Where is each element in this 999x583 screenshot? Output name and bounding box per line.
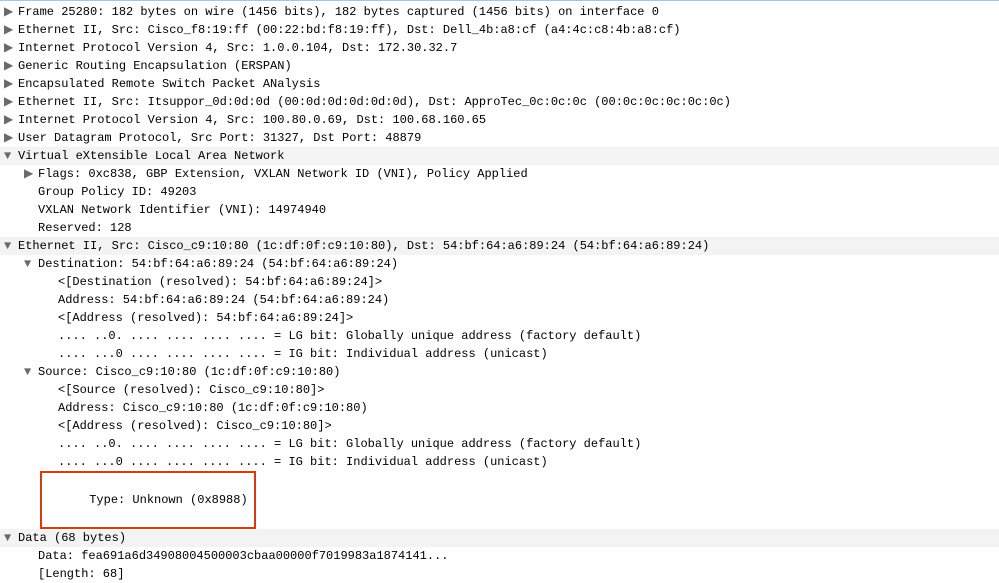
chevron-right-icon[interactable]: ▶ bbox=[24, 165, 38, 183]
blank-icon bbox=[44, 399, 58, 417]
eth-src-summary: Source: Cisco_c9:10:80 (1c:df:0f:c9:10:8… bbox=[38, 363, 999, 381]
tree-item-eth-src-resolved[interactable]: <[Source (resolved): Cisco_c9:10:80]> bbox=[0, 381, 999, 399]
ipv4-outer-summary: Internet Protocol Version 4, Src: 1.0.0.… bbox=[18, 39, 999, 57]
eth-type: Type: Unknown (0x8988) bbox=[89, 493, 247, 507]
tree-item-ipv4-inner[interactable]: ▶ Internet Protocol Version 4, Src: 100.… bbox=[0, 111, 999, 129]
blank-icon bbox=[44, 417, 58, 435]
chevron-right-icon[interactable]: ▶ bbox=[4, 93, 18, 111]
tree-item-eth-src-ig[interactable]: .... ...0 .... .... .... .... = IG bit: … bbox=[0, 453, 999, 471]
blank-icon bbox=[44, 309, 58, 327]
eth-src-ig: .... ...0 .... .... .... .... = IG bit: … bbox=[58, 453, 999, 471]
tree-item-vxlan-flags[interactable]: ▶ Flags: 0xc838, GBP Extension, VXLAN Ne… bbox=[0, 165, 999, 183]
tree-item-eth-dst-addrres[interactable]: <[Address (resolved): 54:bf:64:a6:89:24]… bbox=[0, 309, 999, 327]
blank-icon bbox=[44, 327, 58, 345]
ethernet-outer-summary: Ethernet II, Src: Cisco_f8:19:ff (00:22:… bbox=[18, 21, 999, 39]
chevron-right-icon[interactable]: ▶ bbox=[4, 111, 18, 129]
tree-item-eth-src-lg[interactable]: .... ..0. .... .... .... .... = LG bit: … bbox=[0, 435, 999, 453]
ipv4-inner-summary: Internet Protocol Version 4, Src: 100.80… bbox=[18, 111, 999, 129]
eth-src-addr: Address: Cisco_c9:10:80 (1c:df:0f:c9:10:… bbox=[58, 399, 999, 417]
blank-icon bbox=[24, 201, 38, 219]
tree-item-vxlan-vni[interactable]: VXLAN Network Identifier (VNI): 14974940 bbox=[0, 201, 999, 219]
blank-icon bbox=[44, 273, 58, 291]
tree-item-ethernet-outer[interactable]: ▶ Ethernet II, Src: Cisco_f8:19:ff (00:2… bbox=[0, 21, 999, 39]
eth-dst-resolved: <[Destination (resolved): 54:bf:64:a6:89… bbox=[58, 273, 999, 291]
tree-item-data-hex[interactable]: Data: fea691a6d34908004500003cbaa00000f7… bbox=[0, 547, 999, 565]
data-len: [Length: 68] bbox=[38, 565, 999, 583]
chevron-down-icon[interactable]: ▼ bbox=[4, 147, 18, 165]
tree-item-frame[interactable]: ▶ Frame 25280: 182 bytes on wire (1456 b… bbox=[0, 3, 999, 21]
vxlan-gpid: Group Policy ID: 49203 bbox=[38, 183, 999, 201]
packet-details-pane: ▶ Frame 25280: 182 bytes on wire (1456 b… bbox=[0, 0, 999, 583]
chevron-right-icon[interactable]: ▶ bbox=[4, 129, 18, 147]
chevron-down-icon[interactable]: ▼ bbox=[24, 363, 38, 381]
blank-icon bbox=[24, 565, 38, 583]
chevron-down-icon[interactable]: ▼ bbox=[24, 255, 38, 273]
eth-dst-addr: Address: 54:bf:64:a6:89:24 (54:bf:64:a6:… bbox=[58, 291, 999, 309]
chevron-right-icon[interactable]: ▶ bbox=[4, 75, 18, 93]
tree-item-eth-type[interactable]: Type: Unknown (0x8988) bbox=[0, 471, 999, 529]
tree-item-vxlan-gpid[interactable]: Group Policy ID: 49203 bbox=[0, 183, 999, 201]
blank-icon bbox=[44, 453, 58, 471]
chevron-down-icon[interactable]: ▼ bbox=[4, 529, 18, 547]
blank-icon bbox=[44, 345, 58, 363]
chevron-right-icon[interactable]: ▶ bbox=[4, 3, 18, 21]
chevron-right-icon[interactable]: ▶ bbox=[4, 39, 18, 57]
blank-icon bbox=[44, 381, 58, 399]
tree-item-udp[interactable]: ▶ User Datagram Protocol, Src Port: 3132… bbox=[0, 129, 999, 147]
tree-item-eth-src-addr[interactable]: Address: Cisco_c9:10:80 (1c:df:0f:c9:10:… bbox=[0, 399, 999, 417]
data-hex: Data: fea691a6d34908004500003cbaa00000f7… bbox=[38, 547, 999, 565]
tree-item-eth-dst-addr[interactable]: Address: 54:bf:64:a6:89:24 (54:bf:64:a6:… bbox=[0, 291, 999, 309]
vxlan-vni: VXLAN Network Identifier (VNI): 14974940 bbox=[38, 201, 999, 219]
ethernet-mid-summary: Ethernet II, Src: Itsuppor_0d:0d:0d (00:… bbox=[18, 93, 999, 111]
tree-item-eth-src-addrres[interactable]: <[Address (resolved): Cisco_c9:10:80]> bbox=[0, 417, 999, 435]
tree-item-gre[interactable]: ▶ Generic Routing Encapsulation (ERSPAN) bbox=[0, 57, 999, 75]
chevron-right-icon[interactable]: ▶ bbox=[4, 21, 18, 39]
blank-icon bbox=[44, 435, 58, 453]
tree-item-eth-dst-resolved[interactable]: <[Destination (resolved): 54:bf:64:a6:89… bbox=[0, 273, 999, 291]
vxlan-flags: Flags: 0xc838, GBP Extension, VXLAN Netw… bbox=[38, 165, 999, 183]
tree-item-erspan[interactable]: ▶ Encapsulated Remote Switch Packet ANal… bbox=[0, 75, 999, 93]
tree-item-eth-dst[interactable]: ▼ Destination: 54:bf:64:a6:89:24 (54:bf:… bbox=[0, 255, 999, 273]
udp-summary: User Datagram Protocol, Src Port: 31327,… bbox=[18, 129, 999, 147]
highlight-box: Type: Unknown (0x8988) bbox=[40, 471, 256, 529]
erspan-summary: Encapsulated Remote Switch Packet ANalys… bbox=[18, 75, 999, 93]
tree-item-ethernet-inner[interactable]: ▼ Ethernet II, Src: Cisco_c9:10:80 (1c:d… bbox=[0, 237, 999, 255]
blank-icon bbox=[24, 471, 38, 489]
eth-src-lg: .... ..0. .... .... .... .... = LG bit: … bbox=[58, 435, 999, 453]
tree-item-ethernet-mid[interactable]: ▶ Ethernet II, Src: Itsuppor_0d:0d:0d (0… bbox=[0, 93, 999, 111]
tree-item-data-len[interactable]: [Length: 68] bbox=[0, 565, 999, 583]
tree-item-vxlan-reserved[interactable]: Reserved: 128 bbox=[0, 219, 999, 237]
chevron-down-icon[interactable]: ▼ bbox=[4, 237, 18, 255]
tree-item-ipv4-outer[interactable]: ▶ Internet Protocol Version 4, Src: 1.0.… bbox=[0, 39, 999, 57]
eth-dst-lg: .... ..0. .... .... .... .... = LG bit: … bbox=[58, 327, 999, 345]
eth-dst-ig: .... ...0 .... .... .... .... = IG bit: … bbox=[58, 345, 999, 363]
blank-icon bbox=[24, 219, 38, 237]
eth-inner-summary: Ethernet II, Src: Cisco_c9:10:80 (1c:df:… bbox=[18, 237, 999, 255]
tree-item-eth-dst-ig[interactable]: .... ...0 .... .... .... .... = IG bit: … bbox=[0, 345, 999, 363]
data-summary: Data (68 bytes) bbox=[18, 529, 999, 547]
chevron-right-icon[interactable]: ▶ bbox=[4, 57, 18, 75]
eth-dst-summary: Destination: 54:bf:64:a6:89:24 (54:bf:64… bbox=[38, 255, 999, 273]
frame-summary: Frame 25280: 182 bytes on wire (1456 bit… bbox=[18, 3, 999, 21]
tree-item-vxlan[interactable]: ▼ Virtual eXtensible Local Area Network bbox=[0, 147, 999, 165]
vxlan-summary: Virtual eXtensible Local Area Network bbox=[18, 147, 999, 165]
eth-src-resolved: <[Source (resolved): Cisco_c9:10:80]> bbox=[58, 381, 999, 399]
vxlan-reserved: Reserved: 128 bbox=[38, 219, 999, 237]
eth-src-addrres: <[Address (resolved): Cisco_c9:10:80]> bbox=[58, 417, 999, 435]
tree-item-eth-src[interactable]: ▼ Source: Cisco_c9:10:80 (1c:df:0f:c9:10… bbox=[0, 363, 999, 381]
eth-dst-addrres: <[Address (resolved): 54:bf:64:a6:89:24]… bbox=[58, 309, 999, 327]
blank-icon bbox=[24, 547, 38, 565]
blank-icon bbox=[44, 291, 58, 309]
blank-icon bbox=[24, 183, 38, 201]
tree-item-eth-dst-lg[interactable]: .... ..0. .... .... .... .... = LG bit: … bbox=[0, 327, 999, 345]
tree-item-data[interactable]: ▼ Data (68 bytes) bbox=[0, 529, 999, 547]
gre-summary: Generic Routing Encapsulation (ERSPAN) bbox=[18, 57, 999, 75]
